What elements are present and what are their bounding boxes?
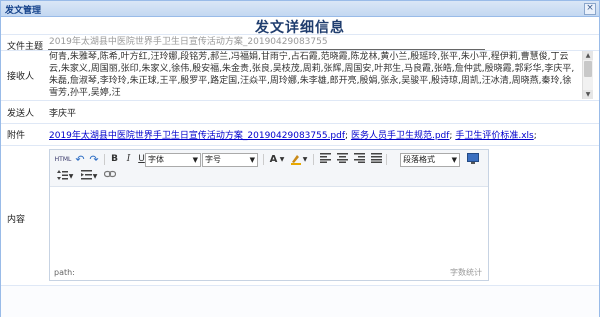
chevron-down-icon[interactable]: ▼	[279, 153, 285, 166]
align-left-icon[interactable]	[319, 153, 331, 166]
recipients-list[interactable]: 何青,朱雅琴,陈希,叶方红,汪玲娜,段铭芳,郝兰,冯福娟,甘雨宁,占石霞,范晓霞…	[49, 51, 579, 99]
attachment-link-2[interactable]: 医务人员手卫生规范.pdf	[351, 131, 449, 141]
align-justify-icon[interactable]	[370, 153, 382, 166]
toolbar-separator	[313, 154, 314, 165]
editor-toolbar: HTML ↶ ↷ B I U 字体 ▼ 字号 ▼ A ▼ ▼ 段落格式 ▼ ▼ …	[50, 150, 488, 187]
chevron-down-icon: ▼	[451, 156, 457, 164]
attachment-link-1[interactable]: 2019年太湖县中医院世界手卫生日宣传活动方案_20190429083755.p…	[49, 131, 345, 141]
attachment-links: 2019年太湖县中医院世界手卫生日宣传活动方案_20190429083755.p…	[49, 131, 537, 141]
fullscreen-icon[interactable]	[466, 153, 480, 166]
attachment-label: 附件	[7, 131, 26, 141]
chevron-down-icon[interactable]: ▼	[68, 170, 74, 183]
subject-field[interactable]	[48, 35, 485, 50]
chevron-down-icon[interactable]: ▼	[92, 170, 98, 183]
link-icon[interactable]	[103, 170, 117, 183]
toolbar-separator	[263, 154, 264, 165]
html-source-button[interactable]: HTML	[54, 153, 72, 166]
highlight-color-icon[interactable]	[290, 153, 302, 166]
sender-row: 发送人 李庆平	[1, 100, 599, 124]
rich-text-editor: HTML ↶ ↷ B I U 字体 ▼ 字号 ▼ A ▼ ▼ 段落格式 ▼ ▼ …	[49, 149, 489, 281]
italic-button[interactable]: I	[123, 153, 134, 166]
indent-icon[interactable]	[80, 170, 92, 183]
align-right-icon[interactable]	[353, 153, 365, 166]
dialog-window: 发文管理 × 发文详细信息 文件主题 接收人 何青,朱雅琴,陈希,叶方红,汪玲娜…	[0, 0, 600, 317]
sender-label: 发送人	[7, 109, 35, 119]
scroll-up-icon[interactable]: ▲	[583, 51, 593, 60]
undo-icon[interactable]: ↶	[74, 153, 86, 166]
font-family-select[interactable]: 字体 ▼	[145, 153, 201, 167]
font-color-button[interactable]: A	[268, 153, 279, 166]
scroll-down-icon[interactable]: ▼	[583, 90, 593, 99]
recipients-label: 接收人	[7, 72, 35, 82]
content-label: 内容	[7, 215, 26, 225]
chevron-down-icon: ▼	[192, 156, 198, 164]
paragraph-format-select[interactable]: 段落格式 ▼	[400, 153, 460, 167]
redo-icon[interactable]: ↷	[88, 153, 100, 166]
attachment-link-3[interactable]: 手卫生评价标准.xls	[455, 131, 533, 141]
font-size-select[interactable]: 字号 ▼	[202, 153, 258, 167]
bold-button[interactable]: B	[109, 153, 120, 166]
close-icon[interactable]: ×	[584, 3, 596, 15]
line-height-icon[interactable]	[56, 170, 68, 183]
window-title: 发文管理	[5, 6, 42, 16]
word-count-button[interactable]: 字数统计	[450, 266, 482, 279]
window-titlebar[interactable]: 发文管理 ×	[1, 1, 599, 17]
toolbar-separator	[104, 154, 105, 165]
toolbar-separator	[386, 154, 387, 165]
editor-content-area[interactable]	[50, 187, 488, 265]
dialog-footer	[1, 285, 599, 317]
attachment-row: 附件 2019年太湖县中医院世界手卫生日宣传活动方案_2019042908375…	[1, 123, 599, 146]
chevron-down-icon: ▼	[249, 156, 255, 164]
path-label: path:	[54, 268, 75, 277]
chevron-down-icon[interactable]: ▼	[302, 153, 308, 166]
align-center-icon[interactable]	[336, 153, 348, 166]
sender-value: 李庆平	[49, 109, 77, 119]
scroll-thumb[interactable]	[584, 61, 592, 77]
recipients-scrollbar[interactable]: ▲ ▼	[582, 51, 593, 99]
editor-statusbar: path: 字数统计	[50, 266, 488, 279]
